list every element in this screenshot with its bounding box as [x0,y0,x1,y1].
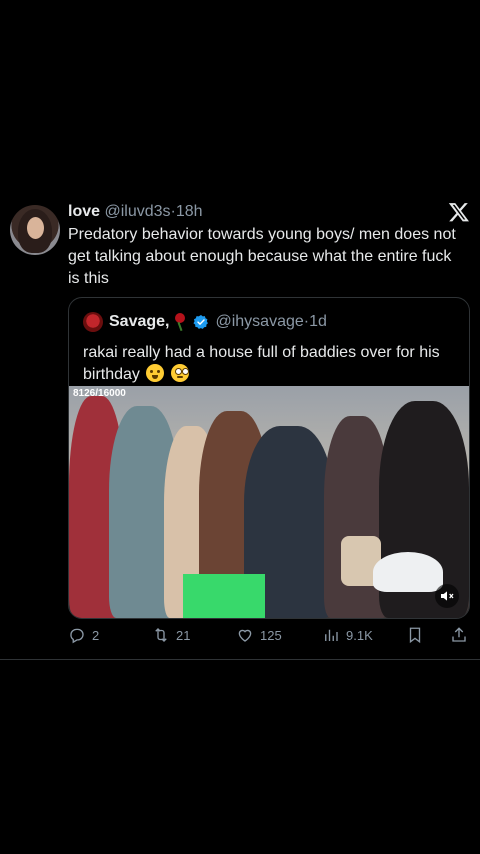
share-icon [452,627,466,642]
x-logo-icon [448,203,469,222]
tweet-header: love @iluvd3s·18h [68,202,203,222]
mute-button[interactable] [435,584,459,608]
speaker-muted-icon [441,591,454,601]
video-shorts [183,574,265,618]
bookmark-button[interactable] [406,626,430,644]
quote-time[interactable]: 1d [309,312,327,332]
author-name[interactable]: love [68,203,100,220]
verified-badge-icon [193,315,209,329]
rose-emoji-icon [171,313,187,331]
crying-face-emoji-icon [146,364,165,382]
video-counter: 8126/16000 [73,388,126,399]
quoted-tweet[interactable]: Savage, @ihysavage · 1d rakai really had a… [68,297,470,619]
repost-icon [155,628,167,642]
quote-text: rakai really had a house full of baddies… [83,344,440,383]
quote-author-name[interactable]: Savage, [109,312,169,332]
views-chart-icon [325,629,338,641]
flushed-face-emoji-icon [170,364,189,382]
author-handle[interactable]: @iluvd3s [104,203,170,220]
views-count: 9.1K [346,627,373,643]
tweet-divider [0,659,480,660]
avatar-face [27,217,44,239]
like-button[interactable]: 125 [236,626,282,644]
quote-author-handle[interactable]: @ihysavage [215,312,303,332]
repost-count: 21 [176,627,191,643]
tweet[interactable]: love @iluvd3s·18h Predatory behavior tow… [0,190,480,660]
views-button[interactable]: 9.1K [322,626,373,644]
tweet-time[interactable]: 18h [176,203,203,220]
reply-icon [70,628,84,644]
heart-icon [238,629,252,642]
tweet-actions: 2 21 125 9.1K [68,626,472,646]
quote-video[interactable]: 8126/16000 [69,386,469,618]
video-cap [373,552,443,592]
author-avatar[interactable] [10,205,60,255]
repost-button[interactable]: 21 [152,626,190,644]
like-count: 125 [260,627,282,643]
reply-count: 2 [92,627,100,643]
tweet-text: Predatory behavior towards young boys/ m… [68,226,456,287]
bookmark-icon [409,627,421,644]
quote-author-avatar[interactable] [83,312,103,332]
share-button[interactable] [450,626,474,644]
quote-header: Savage, @ihysavage · 1d [83,312,327,332]
reply-button[interactable]: 2 [68,626,99,644]
quote-text-block: rakai really had a house full of baddies… [83,342,463,386]
